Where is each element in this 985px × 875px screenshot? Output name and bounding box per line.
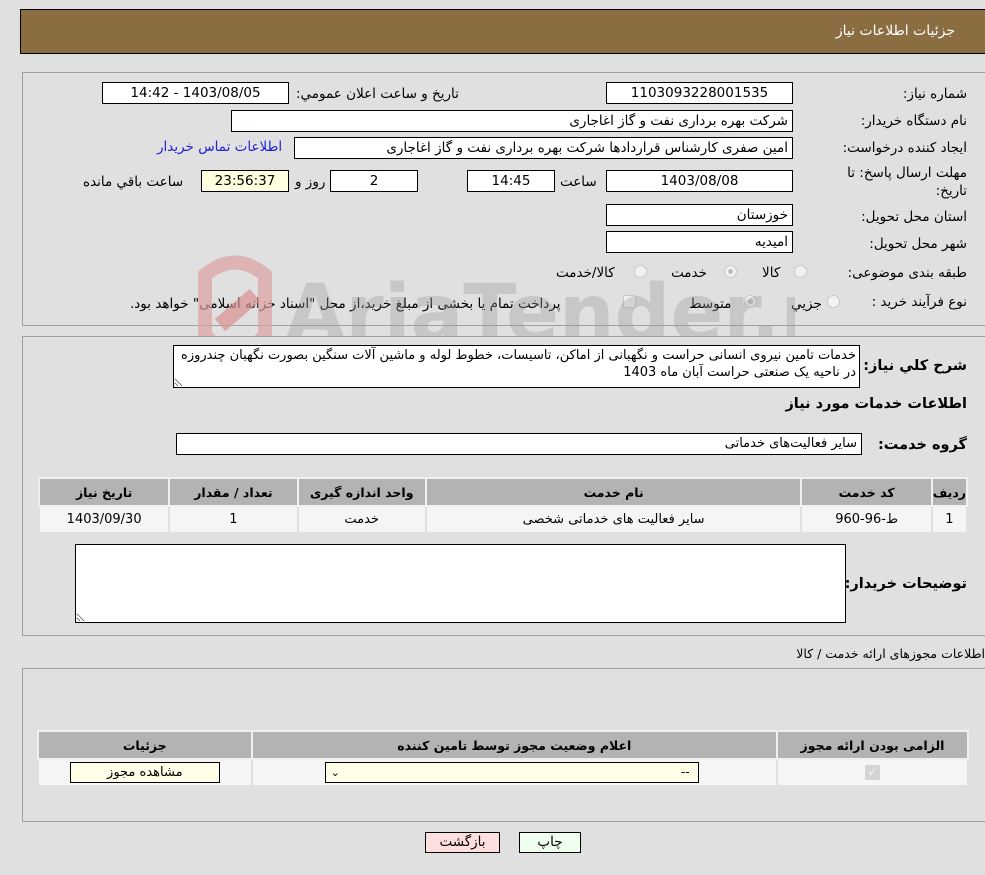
deadline-date-field: 1403/08/08 xyxy=(606,170,793,192)
view-permit-button[interactable]: مشاهده مجوز xyxy=(69,762,220,783)
days-label: روز و xyxy=(295,174,326,190)
back-button[interactable]: بازگشت xyxy=(425,832,500,853)
col-unit: واحد اندازه گيری xyxy=(296,477,427,507)
city-label: شهر محل تحويل: xyxy=(869,236,967,252)
cell-permit-status: -- ⌄ xyxy=(250,758,779,787)
table-row: ✓ -- ⌄ مشاهده مجوز xyxy=(37,758,969,787)
services-section-title: اطلاعات خدمات مورد نياز xyxy=(785,396,967,412)
permits-table-header: الزامی بودن ارائه مجوز اعلام وضعيت مجوز … xyxy=(37,730,969,760)
category-goods-label: کالا xyxy=(762,265,781,281)
remaining-time-field: 23:56:37 xyxy=(201,170,289,192)
province-field: خوزستان xyxy=(606,204,793,226)
cell-need-date: 1403/09/30 xyxy=(37,505,171,534)
cell-permit-details: مشاهده مجوز xyxy=(37,758,253,787)
chevron-down-icon: ⌄ xyxy=(330,766,340,779)
creator-label: ايجاد کننده درخواست: xyxy=(842,140,967,156)
col-permit-details: جزئيات xyxy=(37,730,253,760)
announce-label: تاريخ و ساعت اعلان عمومي: xyxy=(296,86,459,102)
category-service-label: خدمت xyxy=(671,265,707,281)
services-table: رديف کد خدمت نام خدمت واحد اندازه گيری ت… xyxy=(37,477,969,534)
city-field: امیدیه xyxy=(606,231,793,253)
col-row: رديف xyxy=(930,477,969,507)
description-label: شرح کلي نياز: xyxy=(863,358,967,374)
deadline-time-field: 14:45 xyxy=(467,170,555,192)
process-label: نوع فرآيند خريد : xyxy=(871,294,967,310)
page-header: جزئیات اطلاعات نیاز xyxy=(20,9,985,54)
col-service-name: نام خدمت xyxy=(424,477,803,507)
service-group-field: ساير فعاليت‌های خدماتی xyxy=(176,433,862,455)
cell-row: 1 xyxy=(930,505,969,534)
creator-field: امین صفری کارشناس قراردادها شرکت بهره بر… xyxy=(294,137,793,159)
process-radio-medium[interactable] xyxy=(744,295,757,308)
buyer-org-label: نام دستگاه خريدار: xyxy=(860,113,967,129)
col-permit-status: اعلام وضعيت مجوز توسط تامين کننده xyxy=(250,730,779,760)
treasury-note: پرداخت تمام يا بخشی از مبلغ خريد،از محل … xyxy=(130,296,561,312)
cell-service-name: ساير فعاليت های خدماتی شخصی xyxy=(424,505,803,534)
cell-service-code: ط-96-960 xyxy=(800,505,933,534)
buyer-notes-label: توضيحات خريدار: xyxy=(844,576,967,592)
process-minor-label: جزيي xyxy=(791,296,822,312)
category-radio-goods-service[interactable] xyxy=(634,265,647,278)
province-label: استان محل تحويل: xyxy=(861,209,967,225)
permit-status-value: -- xyxy=(680,765,690,779)
remaining-days-field: 2 xyxy=(330,170,418,192)
process-medium-label: متوسط xyxy=(689,296,732,312)
service-group-label: گروه خدمت: xyxy=(877,437,967,453)
col-service-code: کد خدمت xyxy=(800,477,933,507)
page-title: جزئیات اطلاعات نیاز xyxy=(835,23,955,39)
col-quantity: تعداد / مقدار xyxy=(168,477,299,507)
description-textarea[interactable]: خدمات تامین نیروی انسانی حراست و نگهبانی… xyxy=(173,345,860,388)
permits-table: الزامی بودن ارائه مجوز اعلام وضعيت مجوز … xyxy=(37,730,969,787)
category-radio-service[interactable] xyxy=(724,265,737,278)
buyer-contact-link[interactable]: اطلاعات تماس خريدار xyxy=(157,139,282,155)
buyer-notes-textarea[interactable] xyxy=(75,544,846,623)
table-row: 1 ط-96-960 ساير فعاليت های خدماتی شخصی خ… xyxy=(37,505,969,534)
process-radio-minor[interactable] xyxy=(827,295,840,308)
deadline-label: مهلت ارسال پاسخ: تا تاريخ: xyxy=(847,165,967,199)
services-table-header: رديف کد خدمت نام خدمت واحد اندازه گيری ت… xyxy=(37,477,969,507)
col-permit-required: الزامی بودن ارائه مجوز xyxy=(776,730,969,760)
need-number-label: شماره نیاز: xyxy=(902,86,967,102)
buyer-org-field: شرکت بهره برداری نفت و گاز اغاجاری xyxy=(231,110,793,132)
print-button[interactable]: چاپ xyxy=(519,832,581,853)
permit-status-select[interactable]: -- ⌄ xyxy=(324,762,699,783)
cell-quantity: 1 xyxy=(168,505,299,534)
need-number-field: 1103093228001535 xyxy=(606,82,793,104)
cell-permit-required: ✓ xyxy=(776,758,969,787)
category-goods-service-label: کالا/خدمت xyxy=(556,265,615,281)
deadline-time-label: ساعت xyxy=(560,174,597,190)
permit-required-checkbox[interactable]: ✓ xyxy=(865,765,881,780)
treasury-checkbox[interactable] xyxy=(623,295,636,308)
remaining-label: ساعت باقي مانده xyxy=(83,174,184,190)
category-radio-goods[interactable] xyxy=(794,265,807,278)
col-need-date: تاريخ نياز xyxy=(37,477,171,507)
cell-unit: خدمت xyxy=(296,505,427,534)
category-label: طبقه بندی موضوعی: xyxy=(847,265,967,281)
announce-datetime-field: 1403/08/05 - 14:42 xyxy=(102,82,289,104)
permits-section-title: اطلاعات مجوزهای ارائه خدمت / کالا xyxy=(796,646,985,661)
